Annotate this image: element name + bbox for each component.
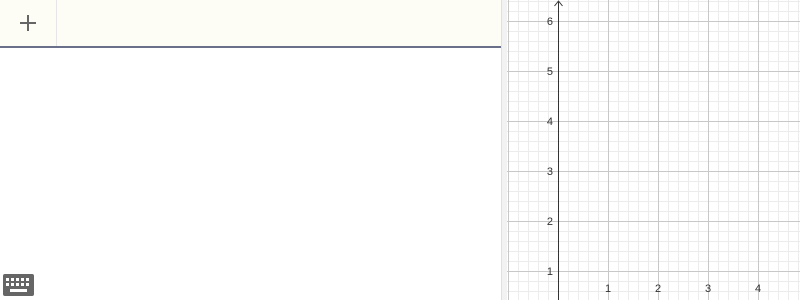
y-tick-label: 1: [547, 266, 553, 278]
keyboard-icon: [3, 274, 34, 296]
coordinate-grid[interactable]: 1 2 3 4 1 2 3 4 5 6: [507, 0, 800, 300]
plus-icon: [20, 15, 36, 31]
x-tick-label: 1: [605, 283, 611, 295]
y-tick-labels: 1 2 3 4 5 6: [547, 16, 553, 278]
keyboard-button[interactable]: [3, 274, 34, 296]
algebra-input-row: [0, 0, 501, 48]
y-tick-label: 6: [547, 16, 553, 28]
y-tick-label: 3: [547, 166, 553, 178]
y-tick-label: 2: [547, 216, 553, 228]
axes: [554, 0, 563, 300]
algebra-input[interactable]: [57, 0, 501, 46]
x-tick-label: 2: [655, 283, 661, 295]
y-tick-label: 4: [547, 116, 553, 128]
x-tick-label: 4: [755, 283, 761, 295]
graphics-view[interactable]: 1 2 3 4 1 2 3 4 5 6: [507, 0, 800, 300]
y-tick-label: 5: [547, 66, 553, 78]
add-item-button[interactable]: [0, 0, 57, 46]
algebra-view: [0, 0, 501, 300]
x-tick-label: 3: [705, 283, 711, 295]
major-grid: [507, 0, 800, 300]
minor-grid: [507, 0, 800, 300]
